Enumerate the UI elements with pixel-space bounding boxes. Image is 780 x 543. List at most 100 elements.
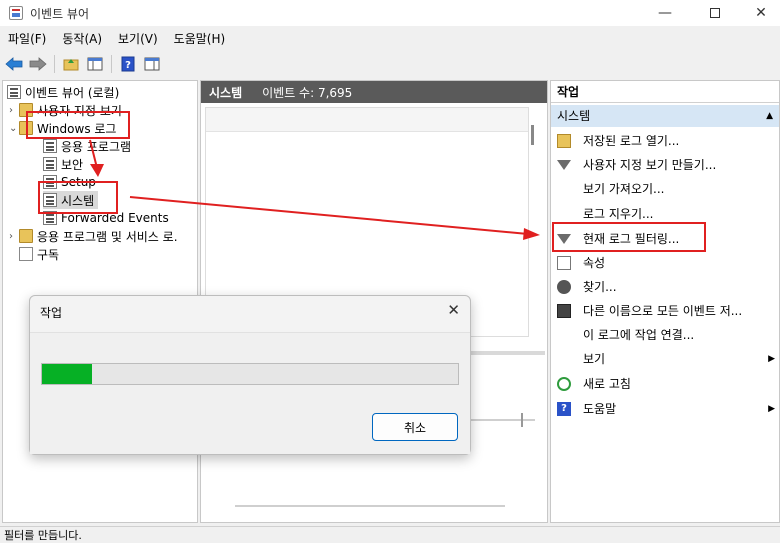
window-title: 이벤트 뷰어 (30, 7, 90, 21)
dialog-close-icon[interactable]: ✕ (447, 301, 460, 319)
action-create-custom-view[interactable]: 사용자 지정 보기 만들기... (551, 153, 779, 176)
action-label: 속성 (583, 256, 606, 270)
action-import-view[interactable]: 보기 가져오기... (551, 177, 779, 200)
event-count: 이벤트 수: 7,695 (262, 85, 353, 100)
tree-item-subscriptions[interactable]: 구독 (19, 245, 59, 263)
arrow-left-icon (5, 57, 23, 71)
action-pane-icon (144, 57, 160, 71)
action-label: 사용자 지정 보기 만들기... (583, 158, 717, 172)
divider (465, 419, 535, 421)
action-label: 저장된 로그 열기... (583, 134, 680, 148)
subscription-icon (19, 247, 33, 261)
tree-item-security[interactable]: 보안 (43, 155, 83, 173)
cancel-button[interactable]: 취소 (372, 413, 458, 441)
action-label: 이 로그에 작업 연결... (583, 328, 695, 342)
action-view[interactable]: 보기 ▶ (551, 347, 779, 370)
action-refresh[interactable]: 새로 고침 (551, 372, 779, 395)
tree-item-label: 응용 프로그램 (61, 139, 132, 154)
progress-dialog: 작업 ✕ 취소 (29, 295, 471, 455)
menu-view[interactable]: 보기(V) (110, 28, 166, 50)
minimize-icon: — (658, 5, 672, 21)
maximize-button[interactable] (692, 0, 738, 26)
forward-button[interactable] (28, 54, 48, 74)
log-name: 시스템 (209, 85, 243, 100)
chevron-right-icon[interactable]: › (9, 231, 19, 242)
close-button[interactable]: ✕ (738, 0, 780, 26)
tree-item-application[interactable]: 응용 프로그램 (43, 137, 131, 155)
actions-header: 작업 (551, 81, 779, 103)
toolbar: ? (0, 51, 780, 77)
action-label: 도움말 (583, 402, 617, 416)
section-label: 시스템 (557, 109, 591, 123)
chevron-right-icon[interactable]: › (9, 105, 19, 116)
minimize-button[interactable]: — (642, 0, 688, 26)
event-viewer-icon (7, 85, 21, 99)
tree-item-label: 응용 프로그램 및 서비스 로. (37, 229, 178, 244)
event-viewer-icon (9, 6, 23, 20)
action-label: 로그 지우기... (583, 207, 654, 221)
log-icon (43, 157, 57, 171)
events-header: 시스템 이벤트 수: 7,695 (201, 81, 547, 103)
chevron-down-icon[interactable]: ⌄ (9, 123, 19, 134)
back-button[interactable] (4, 54, 24, 74)
title-bar: 이벤트 뷰어 — ✕ (0, 0, 780, 26)
dialog-body: 취소 (30, 332, 470, 454)
menu-file[interactable]: 파일(F) (0, 28, 54, 50)
toolbar-separator (54, 55, 55, 73)
tree-item-root[interactable]: 이벤트 뷰어 (로컬) (7, 83, 119, 101)
close-icon: ✕ (755, 5, 767, 21)
maximize-icon (710, 8, 720, 18)
folder-up-icon (63, 59, 79, 71)
show-hide-tree-button[interactable] (85, 54, 105, 74)
help-icon: ? (557, 401, 571, 416)
folder-icon (19, 229, 33, 243)
tree-item-label: 이벤트 뷰어 (로컬) (25, 85, 120, 100)
action-label: 보기 (583, 352, 606, 366)
show-hide-action-pane-button[interactable] (142, 54, 162, 74)
events-scrollbar[interactable] (531, 125, 534, 145)
arrow-right-icon (29, 57, 47, 71)
events-list-header (206, 108, 528, 132)
actions-pane: 작업 시스템 ▲ 저장된 로그 열기... 사용자 지정 보기 만들기... 보… (550, 80, 780, 523)
progress-fill (42, 364, 92, 384)
help-icon: ? (121, 56, 135, 72)
action-label: 보기 가져오기... (583, 182, 665, 196)
action-save-all-events[interactable]: 다른 이름으로 모든 이벤트 저... (551, 299, 779, 322)
action-open-saved-log[interactable]: 저장된 로그 열기... (551, 129, 779, 152)
filter-icon (557, 159, 571, 170)
submenu-arrow-icon: ▶ (768, 403, 775, 414)
actions-section-system[interactable]: 시스템 ▲ (551, 105, 779, 127)
details-scrollbar[interactable] (521, 413, 523, 427)
up-folder-button[interactable] (61, 54, 81, 74)
action-label: 찾기... (583, 280, 617, 294)
submenu-arrow-icon: ▶ (768, 353, 775, 364)
annotation-box-system (38, 181, 118, 214)
menu-action[interactable]: 동작(A) (54, 28, 110, 50)
binoculars-icon (557, 279, 571, 294)
tree-item-label: 보안 (61, 157, 84, 172)
action-properties[interactable]: 속성 (551, 251, 779, 274)
properties-icon (557, 255, 571, 270)
divider (235, 505, 505, 507)
tree-item-apps-services[interactable]: › 응용 프로그램 및 서비스 로. (9, 227, 178, 245)
save-icon (557, 303, 571, 318)
action-label: 다른 이름으로 모든 이벤트 저... (583, 304, 743, 318)
action-find[interactable]: 찾기... (551, 275, 779, 298)
tree-pane-icon (87, 57, 103, 71)
action-label: 새로 고침 (583, 377, 631, 391)
tree-item-label: 구독 (37, 247, 60, 262)
status-bar: 필터를 만듭니다. (0, 526, 780, 543)
folder-open-icon (557, 133, 571, 148)
menu-bar: 파일(F) 동작(A) 보기(V) 도움말(H) (0, 28, 233, 50)
annotation-box-filter (552, 222, 706, 252)
action-attach-task[interactable]: 이 로그에 작업 연결... (551, 323, 779, 346)
collapse-icon[interactable]: ▲ (766, 105, 773, 127)
action-help[interactable]: ? 도움말 ▶ (551, 397, 779, 420)
menu-help[interactable]: 도움말(H) (166, 28, 234, 50)
annotation-box-windows-logs (26, 111, 130, 139)
help-toolbar-button[interactable]: ? (118, 54, 138, 74)
log-icon (43, 139, 57, 153)
svg-text:?: ? (125, 60, 131, 71)
dialog-title: 작업 (40, 306, 63, 320)
progress-bar (41, 363, 459, 385)
